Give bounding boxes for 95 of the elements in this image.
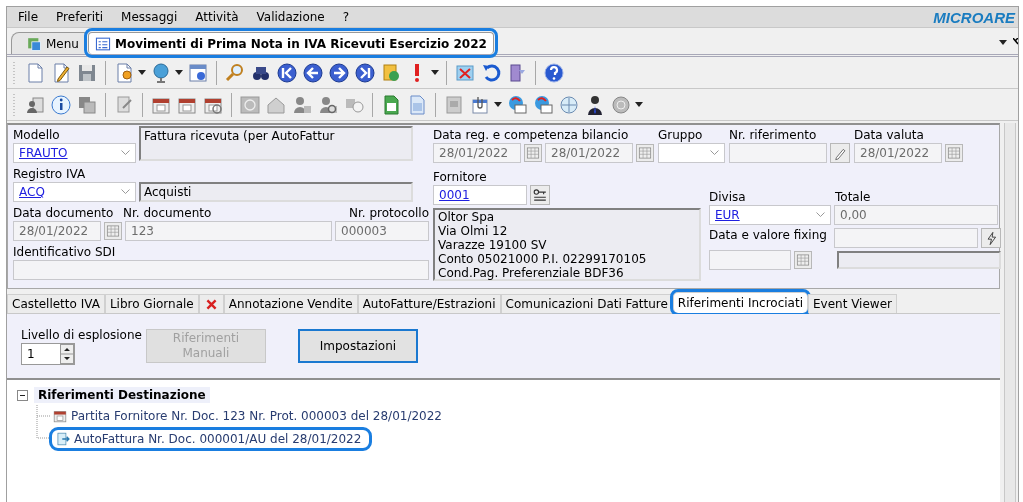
field-label: Modello bbox=[13, 127, 61, 143]
tab-icon bbox=[94, 35, 111, 52]
calendar-button[interactable] bbox=[636, 144, 654, 162]
toolbar-grip[interactable] bbox=[13, 60, 16, 85]
field-label: Livello di esplosione bbox=[21, 327, 142, 343]
menu-item[interactable]: File bbox=[9, 10, 48, 24]
tab[interactable]: Annotazione Vendite bbox=[223, 294, 358, 313]
chevron-icon[interactable] bbox=[121, 189, 130, 195]
calendar-icon bbox=[106, 224, 120, 238]
description-box: Fattura ricevuta (per AutoFattur bbox=[139, 126, 413, 161]
menu-item[interactable]: ? bbox=[333, 10, 359, 24]
field-label: Fornitore bbox=[433, 169, 488, 185]
address-line: Varazze 19100 SV bbox=[438, 238, 548, 252]
info-icon[interactable] bbox=[50, 93, 72, 116]
text-field[interactable] bbox=[834, 228, 978, 248]
date-field[interactable]: 28/01/2022 bbox=[854, 143, 942, 163]
field-label: Nr. protocollo bbox=[348, 205, 429, 221]
field-label: Data e valore fixing bbox=[709, 228, 828, 242]
text-field[interactable] bbox=[13, 260, 429, 280]
address-line: Cond.Pag. Preferenziale BDF36 bbox=[438, 266, 625, 280]
fixing-button[interactable] bbox=[981, 228, 1001, 248]
menu-item[interactable]: Validazione bbox=[247, 10, 334, 24]
calendar-icon bbox=[526, 146, 540, 160]
edit-button[interactable] bbox=[830, 143, 850, 163]
calendar-button[interactable] bbox=[104, 222, 122, 240]
calendar-icon bbox=[638, 146, 652, 160]
field-label: Data valuta bbox=[854, 127, 925, 143]
tab-icon bbox=[26, 35, 42, 52]
field-label: Identificativo SDI bbox=[13, 244, 117, 260]
toolbar-grip[interactable] bbox=[13, 92, 16, 117]
field-label: Nr. documento bbox=[123, 205, 213, 221]
text-field[interactable]: 123 bbox=[125, 221, 332, 241]
scrollbar[interactable] bbox=[1004, 123, 1016, 502]
tab[interactable]: Libro Giornale bbox=[104, 294, 199, 313]
tab-label: Movimenti di Prima Nota in IVA Ricevuti Esercizio 2022 bbox=[114, 36, 487, 51]
field-label: Data reg. e competenza bilancio bbox=[433, 127, 630, 143]
field-label: Registro IVA bbox=[13, 166, 87, 182]
logo: MICROARE bbox=[933, 8, 1015, 26]
text-field[interactable] bbox=[837, 251, 1001, 269]
chevron-icon[interactable] bbox=[710, 150, 719, 156]
calendar-icon bbox=[796, 253, 810, 267]
field-label: Gruppo bbox=[658, 127, 704, 143]
address-line: Via Olmi 12 bbox=[438, 224, 509, 238]
field-label: Totale bbox=[835, 189, 871, 205]
menu-item[interactable]: Attività bbox=[186, 10, 248, 24]
tab[interactable]: Comunicazioni Dati Fatture bbox=[500, 294, 673, 313]
caret-icon[interactable] bbox=[635, 102, 643, 107]
calendar-button[interactable] bbox=[524, 144, 542, 162]
chevron-icon[interactable] bbox=[121, 150, 130, 156]
tab[interactable]: Event Viewer bbox=[808, 294, 897, 313]
tab[interactable]: Riferimenti Incrociati bbox=[672, 292, 808, 313]
field-label: Data documento bbox=[13, 205, 115, 221]
menu-item[interactable]: Preferiti bbox=[47, 10, 113, 24]
globe-icon[interactable] bbox=[150, 61, 172, 84]
caret-icon[interactable] bbox=[999, 40, 1007, 45]
menu-item[interactable]: Messaggi bbox=[112, 10, 187, 24]
address-line: Conto 05021000 P.I. 02299170105 bbox=[438, 252, 648, 266]
chevron-icon[interactable] bbox=[816, 212, 825, 218]
description-box: Acquisti bbox=[139, 182, 413, 202]
field-label: Nr. riferimento bbox=[729, 127, 818, 143]
caret-icon[interactable] bbox=[138, 70, 146, 75]
date-field[interactable]: 28/01/2022 bbox=[433, 143, 521, 163]
caret-icon[interactable] bbox=[494, 102, 502, 107]
document-tab[interactable]: Menu bbox=[11, 32, 86, 54]
date-field[interactable]: 28/01/2022 bbox=[13, 221, 101, 241]
delete-tab[interactable] bbox=[198, 294, 224, 313]
tab[interactable]: AutoFatture/Estrazioni bbox=[357, 294, 501, 313]
lookup-button[interactable] bbox=[530, 185, 550, 205]
number-spinner[interactable]: 1 bbox=[21, 343, 75, 365]
combo-box[interactable]: EUR bbox=[709, 205, 831, 225]
combo-box[interactable]: ACQ bbox=[13, 182, 136, 202]
date-field[interactable]: 28/01/2022 bbox=[545, 143, 633, 163]
tree-node[interactable]: AutoFattura Nr. Doc. 000001/AU del 28/01/2022 bbox=[52, 429, 370, 448]
date-field[interactable] bbox=[709, 250, 791, 270]
amount-field[interactable]: 0,00 bbox=[834, 205, 998, 225]
tab-label: Menu bbox=[46, 36, 79, 51]
text-field[interactable]: 000003 bbox=[335, 221, 429, 241]
tree-node[interactable]: Partita Fornitore Nr. Doc. 123 Nr. Prot. 000003 del 28/01/2022 bbox=[50, 406, 450, 425]
push-button[interactable]: Impostazioni bbox=[297, 329, 418, 363]
tree-node[interactable]: Riferimenti Destinazione bbox=[34, 387, 210, 403]
tab[interactable]: Castelletto IVA bbox=[7, 294, 105, 313]
spin-arrows-icon[interactable] bbox=[60, 344, 74, 364]
calendar-button[interactable] bbox=[794, 251, 812, 269]
calendar-button[interactable] bbox=[945, 144, 963, 162]
caret-icon[interactable] bbox=[431, 70, 439, 75]
combo-box[interactable]: FRAUTO bbox=[13, 143, 136, 163]
key-icon bbox=[532, 187, 548, 203]
calendar-icon bbox=[947, 146, 961, 160]
field-label: Divisa bbox=[709, 189, 747, 205]
collapse-icon[interactable] bbox=[17, 389, 28, 401]
address-line: Oltor Spa bbox=[438, 210, 496, 224]
code-field[interactable]: 0001 bbox=[433, 185, 527, 205]
caret-icon[interactable] bbox=[175, 70, 183, 75]
help-icon[interactable] bbox=[543, 61, 565, 84]
text-field[interactable] bbox=[729, 143, 827, 163]
